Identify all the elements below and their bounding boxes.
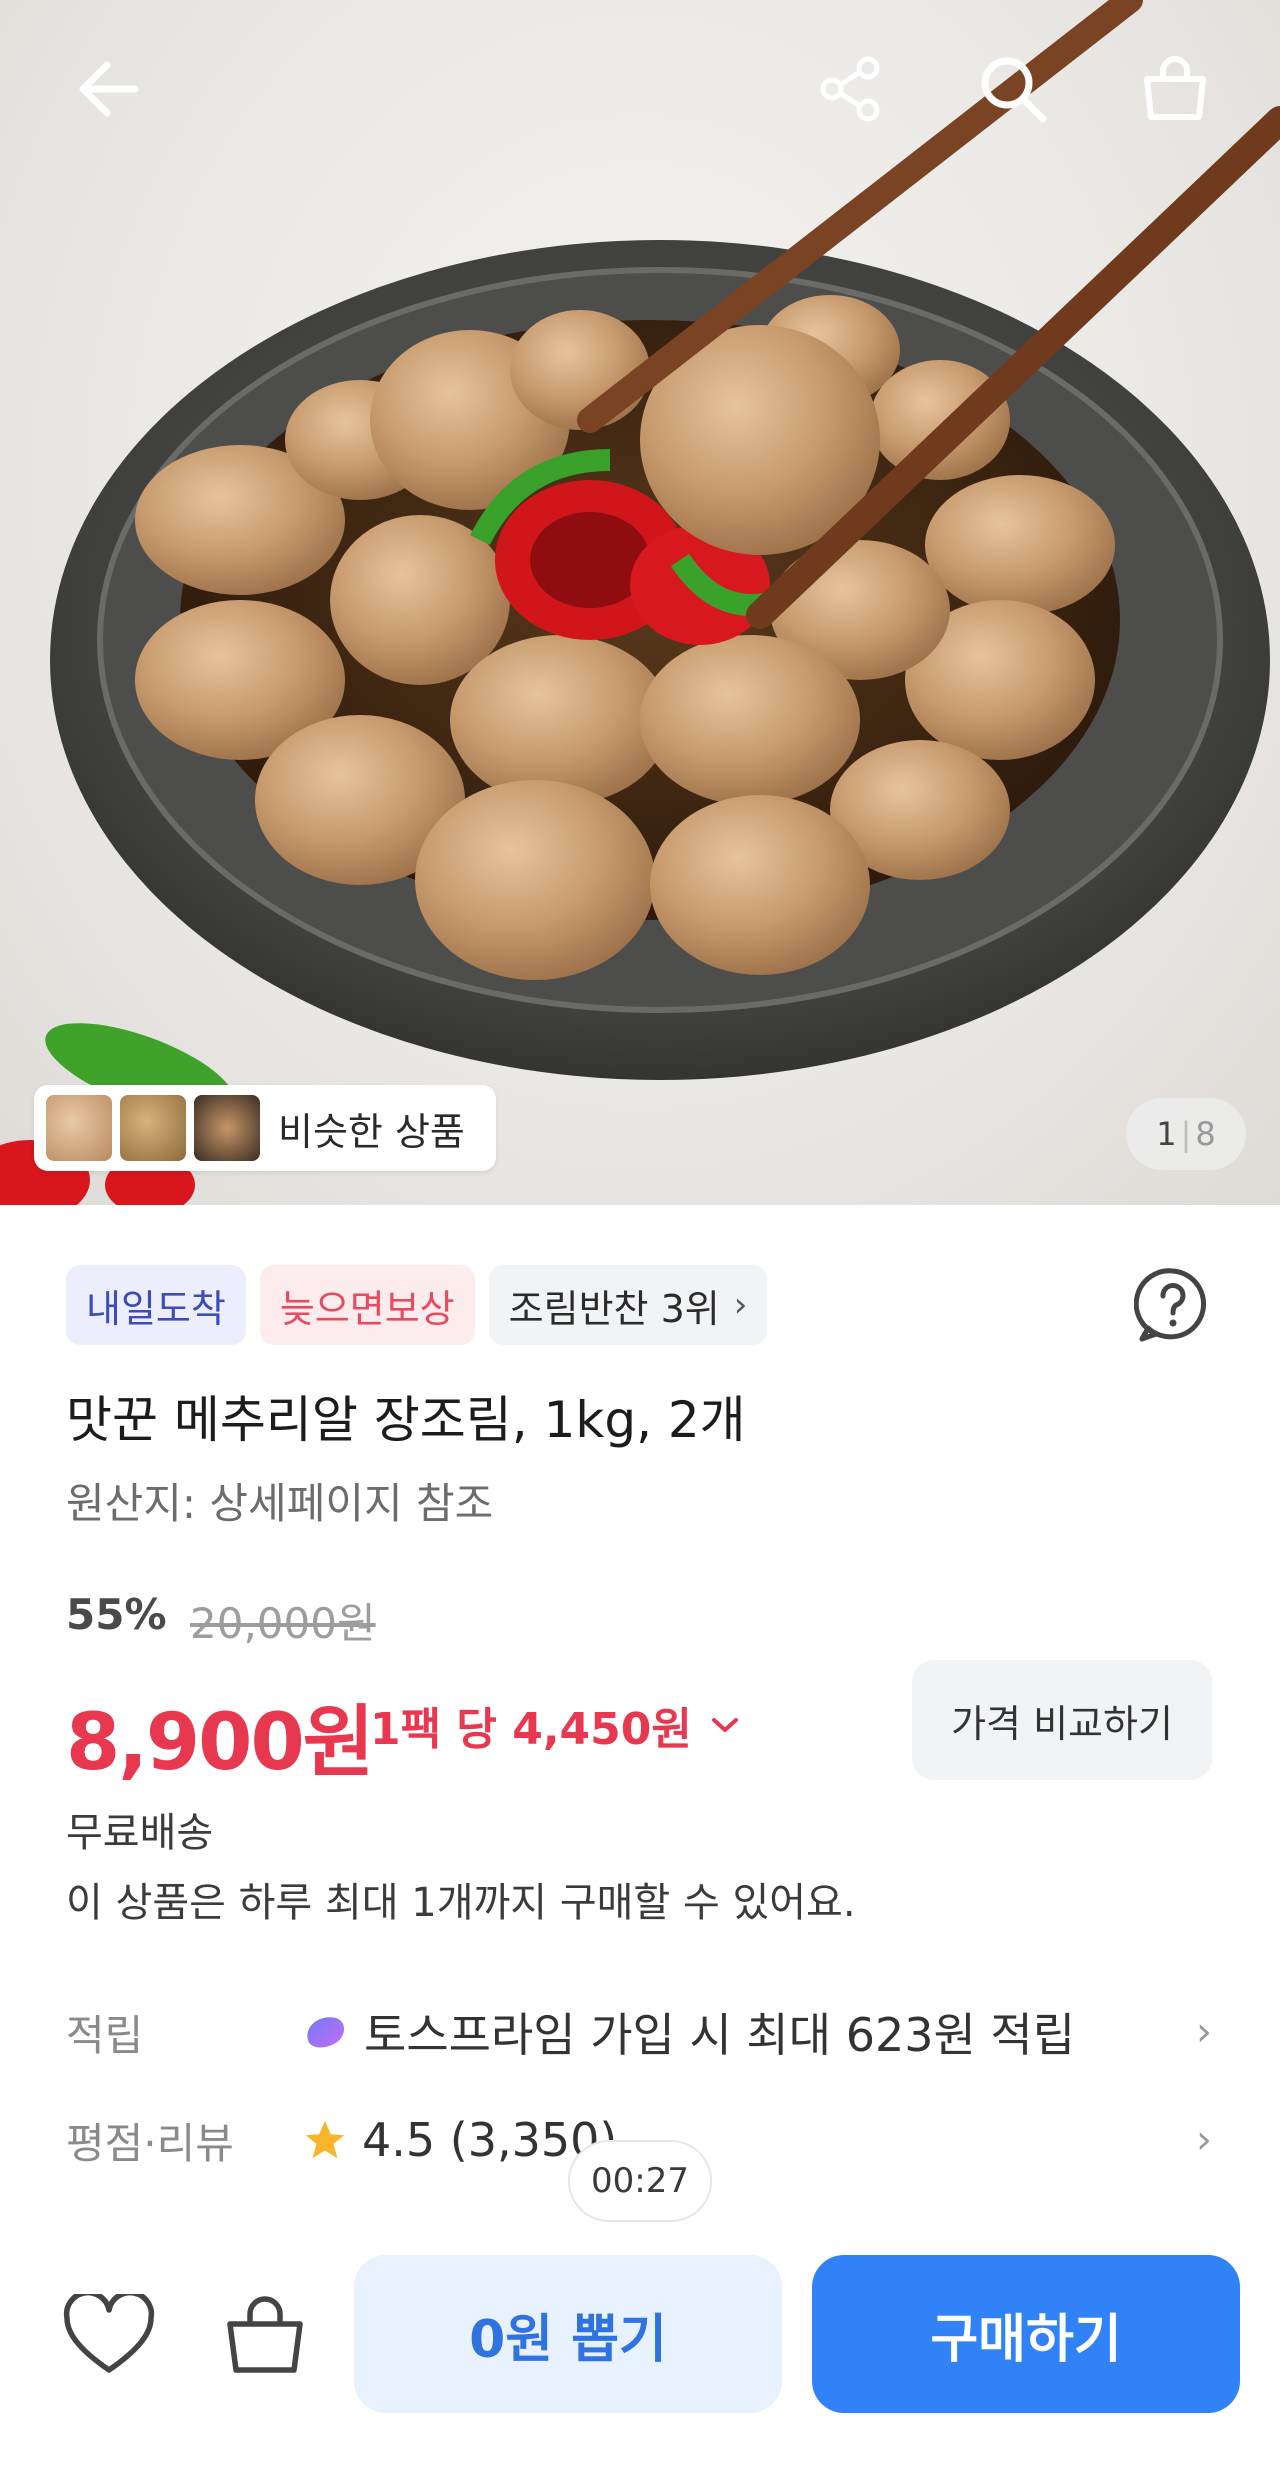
- counter-current: 1: [1156, 1115, 1177, 1153]
- product-photo: [0, 0, 1280, 1205]
- chevron-down-icon: [711, 1718, 738, 1732]
- add-to-cart-button[interactable]: [210, 2280, 320, 2390]
- share-button[interactable]: [806, 44, 896, 134]
- similar-label: 비슷한 상품: [278, 1109, 465, 1154]
- share-icon: [820, 56, 880, 122]
- original-price: 20,000원: [190, 1599, 376, 1648]
- points-label: 적립: [66, 2010, 144, 2060]
- arrival-badge: 내일도착: [66, 1265, 246, 1345]
- similar-products-button[interactable]: 비슷한 상품: [34, 1085, 496, 1171]
- heart-icon: [63, 2294, 155, 2373]
- shipping-info: 무료배송: [66, 1810, 214, 1856]
- points-value: 토스프라임 가입 시 최대 623원 적립: [364, 2008, 1076, 2062]
- buy-button[interactable]: 구매하기: [812, 2255, 1240, 2413]
- back-arrow-icon: [79, 61, 139, 117]
- zero-won-draw-button[interactable]: 0원 뽑기: [354, 2255, 782, 2413]
- price-compare-button[interactable]: 가격 비교하기: [912, 1660, 1212, 1780]
- cart-button[interactable]: [1130, 44, 1220, 134]
- badge-row: 내일도착 늦으면보상 조림반찬 3위 ›: [66, 1265, 768, 1345]
- bag-icon: [227, 2296, 303, 2373]
- chevron-right-icon: ›: [1196, 2117, 1212, 2163]
- product-title: 맛꾼 메추리알 장조림, 1kg, 2개: [66, 1391, 746, 1449]
- help-icon: [1133, 1268, 1206, 1342]
- chevron-right-icon: ›: [1196, 2009, 1212, 2055]
- ranking-label: 조림반찬 3위: [508, 1286, 720, 1331]
- timer-badge: 00:27: [568, 2140, 712, 2222]
- ranking-badge[interactable]: 조림반찬 3위 ›: [488, 1265, 768, 1345]
- sale-price: 8,900원: [66, 1698, 374, 1788]
- similar-thumb: [120, 1095, 186, 1161]
- similar-thumb: [46, 1095, 112, 1161]
- counter-total: 8: [1195, 1115, 1216, 1153]
- product-origin: 원산지: 상세페이지 참조: [66, 1479, 494, 1528]
- unit-price-dropdown[interactable]: 1팩 당 4,450원: [370, 1693, 740, 1757]
- compensation-badge: 늦으면보상: [259, 1265, 475, 1345]
- toss-prime-icon: [302, 2012, 350, 2052]
- rating-label: 평점·리뷰: [66, 2118, 234, 2168]
- star-icon: [302, 2117, 348, 2163]
- discount-rate: 55%: [66, 1590, 167, 1639]
- cart-icon: [1144, 56, 1206, 120]
- help-button[interactable]: [1133, 1266, 1212, 1344]
- purchase-limit: 이 상품은 하루 최대 1개까지 구매할 수 있어요.: [66, 1880, 856, 1926]
- wishlist-button[interactable]: [54, 2280, 164, 2390]
- points-row[interactable]: 적립 토스프라임 가입 시 최대 623원 적립 ›: [66, 1992, 1212, 2072]
- search-button[interactable]: [968, 44, 1058, 134]
- product-image-carousel[interactable]: 비슷한 상품 1 | 8: [0, 0, 1280, 1205]
- search-icon: [981, 57, 1047, 123]
- unit-price-label: 1팩 당 4,450원: [370, 1704, 692, 1755]
- chevron-right-icon: ›: [733, 1285, 748, 1325]
- image-counter: 1 | 8: [1126, 1098, 1246, 1170]
- similar-thumb: [194, 1095, 260, 1161]
- back-button[interactable]: [64, 44, 154, 134]
